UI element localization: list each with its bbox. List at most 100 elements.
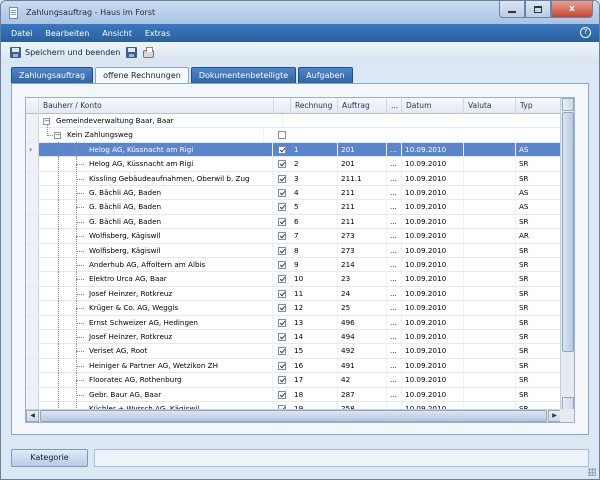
- select-checkbox[interactable]: [278, 261, 286, 269]
- header-check[interactable]: [274, 98, 291, 114]
- tree-line: [76, 207, 84, 209]
- select-checkbox[interactable]: [278, 246, 286, 255]
- cell-rechnung: 4: [291, 186, 338, 200]
- header-auftrag[interactable]: Auftrag: [338, 98, 387, 114]
- tree-line: [76, 178, 84, 180]
- cell-rechnung: 17: [291, 373, 338, 388]
- cell-datum: 10.09.2010: [402, 229, 464, 244]
- cell-konto: Ernst Schweizer AG, Hedingen: [86, 315, 273, 330]
- select-checkbox[interactable]: [278, 304, 286, 313]
- resize-grip-icon[interactable]: [588, 468, 596, 476]
- tab-aufgaben[interactable]: Aufgaben: [298, 67, 353, 83]
- table-row[interactable]: G. Bächli AG, Baden 6 211... 10.09.2010 SR: [26, 213, 561, 230]
- cell-more: ...: [387, 315, 402, 330]
- tree-line: [76, 293, 84, 295]
- select-checkbox[interactable]: [278, 333, 286, 341]
- help-icon[interactable]: ?: [580, 27, 591, 38]
- cell-valuta: [464, 171, 516, 186]
- cell-rechnung: 8: [291, 243, 338, 258]
- scroll-left-icon[interactable]: ◀: [26, 410, 39, 422]
- kategorie-button[interactable]: Kategorie: [11, 449, 88, 467]
- tab-offene-rechnungen[interactable]: offene Rechnungen: [95, 67, 189, 84]
- select-checkbox[interactable]: [278, 275, 286, 284]
- tab-dokumentenbeteiligte[interactable]: Dokumentenbeteiligte: [190, 67, 297, 83]
- menu-datei[interactable]: Datei: [11, 29, 32, 38]
- minimize-button[interactable]: [499, 1, 525, 18]
- vertical-scroll-thumb[interactable]: [562, 112, 574, 352]
- title-bar[interactable]: Zahlungsauftrag - Haus im Forst x: [1, 1, 599, 24]
- cell-typ: SR: [516, 258, 561, 272]
- group-row[interactable]: − Kein Zahlungsweg: [26, 124, 561, 143]
- select-checkbox[interactable]: [278, 189, 286, 197]
- table-row[interactable]: Veriset AG, Root 15 492... 10.09.2010 SR: [26, 343, 561, 359]
- table-row[interactable]: Ernst Schweizer AG, Hedingen 13 496... 10.0…: [26, 314, 561, 330]
- cell-rechnung: 6: [291, 214, 338, 229]
- tree-line: [76, 221, 84, 223]
- cell-auftrag: 23: [338, 272, 387, 287]
- horizontal-scrollbar[interactable]: ◀ ▶: [26, 409, 561, 422]
- cell-datum: 10.09.2010: [402, 157, 464, 172]
- menu-ansicht[interactable]: Ansicht: [102, 29, 132, 38]
- header-typ[interactable]: Typ: [516, 98, 561, 114]
- table-row[interactable]: Flooratec AG, Rothenburg 17 42... 10.09.201…: [26, 372, 561, 388]
- floppy-icon[interactable]: [10, 47, 21, 58]
- menu-bearbeiten[interactable]: Bearbeiten: [45, 29, 89, 38]
- select-checkbox[interactable]: [278, 203, 286, 212]
- table-row[interactable]: Josef Heinzer, Rotkreuz 11 24... 10.09.2010…: [26, 285, 561, 302]
- header-more[interactable]: ...: [387, 98, 402, 114]
- table-row[interactable]: Kissling Gebäudeaufnahmen, Oberwil b. Zu…: [26, 170, 561, 186]
- cell-datum: 10.09.2010: [402, 243, 464, 258]
- select-checkbox[interactable]: [278, 160, 286, 169]
- table-row[interactable]: Heiniger & Partner AG, Wetzikon ZH 16 491.…: [26, 357, 561, 374]
- horizontal-scroll-thumb[interactable]: [40, 410, 547, 422]
- close-button[interactable]: x: [551, 1, 593, 18]
- table-row[interactable]: Anderhub AG, Affoltern am Albis 9 214... 10…: [26, 257, 561, 273]
- cell-typ: AS: [516, 186, 561, 200]
- maximize-button[interactable]: [525, 1, 551, 18]
- maximize-icon: [534, 5, 542, 13]
- table-row[interactable]: Elektro Urca AG, Baar 10 23... 10.09.2010 SR: [26, 271, 561, 287]
- table-row[interactable]: Helog AG, Küssnacht am Rigi 2 201... 10.09.…: [26, 156, 561, 172]
- cell-typ: SR: [516, 157, 561, 172]
- save-close-button[interactable]: Speichern und beenden: [25, 48, 120, 57]
- group-label: Gemeindeverwaltung Baar, Baar: [53, 114, 283, 128]
- collapse-icon[interactable]: −: [54, 132, 61, 140]
- select-checkbox[interactable]: [278, 318, 286, 327]
- group-row[interactable]: − Gemeindeverwaltung Baar, Baar: [26, 114, 561, 129]
- cell-rechnung: 10: [291, 272, 338, 287]
- printer-icon[interactable]: [143, 47, 155, 58]
- table-row[interactable]: Wolfisberg, Kägiswil 8 273... 10.09.2010 SR: [26, 242, 561, 258]
- table-row[interactable]: › Helog AG, Küssnacht am Rigi 1 201... 10.09…: [26, 141, 561, 158]
- select-checkbox[interactable]: [278, 232, 286, 241]
- table-row[interactable]: Josef Heinzer, Rotkreuz 14 494... 10.09.201…: [26, 329, 561, 345]
- select-checkbox[interactable]: [278, 361, 286, 370]
- cell-typ: SR: [516, 243, 561, 258]
- table-row[interactable]: Wolfisberg, Kägiswil 7 273... 10.09.2010 AR: [26, 228, 561, 244]
- table-row[interactable]: Gebr. Baur AG, Baar 18 287... 10.09.2010 SR: [26, 386, 561, 402]
- vertical-scrollbar[interactable]: [560, 98, 574, 410]
- tree-line: [76, 365, 84, 367]
- header-konto[interactable]: Bauherr / Konto: [39, 98, 274, 114]
- table-row[interactable]: Krüger & Co. AG, Weggis 12 25... 10.09.2010…: [26, 300, 561, 316]
- tab-zahlungsauftrag[interactable]: Zahlungsauftrag: [11, 67, 94, 83]
- select-checkbox[interactable]: [278, 145, 286, 154]
- header-datum[interactable]: Datum: [402, 98, 464, 114]
- header-rechnung[interactable]: Rechnung: [291, 98, 338, 114]
- cell-konto: Wolfisberg, Kägiswil: [86, 243, 273, 258]
- select-checkbox[interactable]: [278, 289, 286, 298]
- select-checkbox[interactable]: [278, 376, 286, 385]
- table-row[interactable]: G. Bächli AG, Baden 4 211... 10.09.2010 AS: [26, 185, 561, 201]
- header-valuta[interactable]: Valuta: [464, 98, 516, 114]
- group-checkbox[interactable]: [278, 131, 286, 140]
- menu-extras[interactable]: Extras: [145, 29, 170, 38]
- select-checkbox[interactable]: [278, 174, 286, 183]
- scroll-up-icon[interactable]: [562, 98, 574, 111]
- cell-konto: Elektro Urca AG, Baar: [86, 272, 273, 287]
- cell-auftrag: 496: [338, 315, 387, 330]
- row-indicator: [26, 128, 39, 143]
- save-icon[interactable]: [126, 47, 138, 58]
- table-row[interactable]: G. Bächli AG, Baden 5 211... 10.09.2010 AS: [26, 199, 561, 215]
- select-checkbox[interactable]: [278, 347, 286, 356]
- select-checkbox[interactable]: [278, 390, 286, 399]
- select-checkbox[interactable]: [278, 217, 286, 226]
